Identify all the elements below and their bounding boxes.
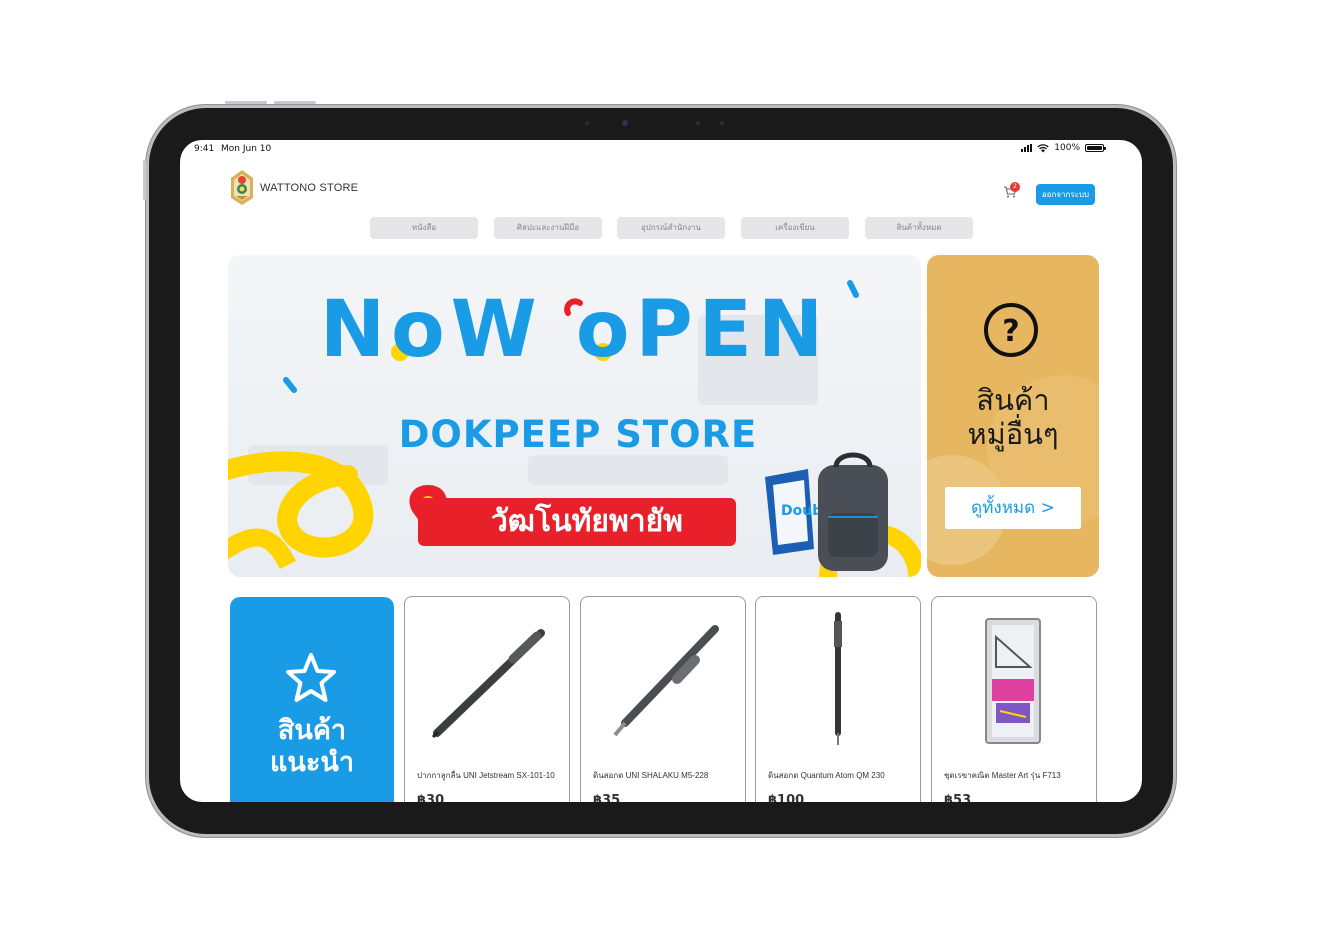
question-circle-icon: ?: [984, 303, 1038, 357]
product-image-pen: [431, 629, 545, 739]
status-time: 9:41: [194, 144, 215, 154]
svg-text:?: ?: [1002, 314, 1019, 349]
nav-item-office-supplies[interactable]: อุปกรณ์สำนักงาน: [617, 217, 725, 239]
star-icon: [286, 653, 336, 702]
product-image-pencil: [613, 625, 719, 737]
recommended-line1: สินค้า: [277, 715, 347, 746]
promo-banner[interactable]: Double A NoW oPEN DOKPEEP STORE วัฒโนทัย…: [228, 255, 921, 577]
banner-subtitle: DOKPEEP STORE: [398, 413, 758, 456]
category-nav: หนังสือ ศิลปะและงานฝีมือ อุปกรณ์สำนักงาน…: [180, 217, 1142, 239]
recommended-label: สินค้า แนะนำ: [230, 715, 394, 779]
product-image-mechanical-pencil: [834, 612, 842, 745]
product-card[interactable]: ดินสอกด Quantum Atom QM 230 ฿100: [755, 596, 921, 802]
battery-percent: 100%: [1054, 143, 1080, 153]
product-price: ฿35: [593, 793, 621, 802]
product-name: ปากกาลูกลื่น UNI Jetstream SX-101-10: [417, 771, 555, 780]
logout-button[interactable]: ออกจากระบบ: [1036, 184, 1095, 205]
signal-icon: [1021, 144, 1033, 152]
banner-location: วัฒโนทัยพายัพ: [418, 498, 736, 546]
product-image-geometry-set: [985, 618, 1041, 744]
see-all-button[interactable]: ดูทั้งหมด >: [945, 487, 1081, 529]
other-categories-card[interactable]: ? สินค้า หมู่อื่นๆ ดูทั้งหมด >: [927, 255, 1099, 577]
banner-title: NoW oPEN: [319, 285, 830, 375]
product-price: ฿100: [768, 793, 805, 802]
product-name: ชุดเรขาคณิต Master Art รุ่น F713: [944, 771, 1061, 780]
recommended-line2: แนะนำ: [270, 747, 354, 778]
other-categories-line1: สินค้า: [976, 383, 1050, 417]
brand-name[interactable]: WATTONO STORE: [260, 182, 358, 194]
battery-icon: [1085, 144, 1106, 152]
other-categories-line2: หมู่อื่นๆ: [967, 417, 1059, 451]
product-price: ฿30: [417, 793, 445, 802]
status-bar: 9:41 Mon Jun 10 100%: [180, 140, 1142, 158]
product-name: ดินสอกด UNI SHALAKU M5-228: [593, 771, 709, 780]
sensor: [585, 121, 589, 125]
recommended-card[interactable]: สินค้า แนะนำ: [230, 597, 394, 802]
product-price: ฿53: [944, 793, 972, 802]
device-button: [274, 101, 316, 104]
device-button: [143, 160, 146, 200]
sensor: [696, 121, 700, 125]
other-categories-label: สินค้า หมู่อื่นๆ: [927, 383, 1099, 451]
cart-count-badge: 2: [1010, 182, 1020, 192]
logo-emblem: [231, 170, 253, 205]
screen: 9:41 Mon Jun 10 100% WATTONO STORE 2 ออก…: [180, 140, 1142, 802]
wifi-icon: [1037, 143, 1049, 152]
product-name: ดินสอกด Quantum Atom QM 230: [768, 771, 885, 780]
device-button: [225, 101, 267, 104]
nav-item-all-products[interactable]: สินค้าทั้งหมด: [865, 217, 973, 239]
product-card[interactable]: ดินสอกด UNI SHALAKU M5-228 ฿35: [580, 596, 746, 802]
product-card[interactable]: ชุดเรขาคณิต Master Art รุ่น F713 ฿53: [931, 596, 1097, 802]
sensor: [720, 121, 724, 125]
backpack-icon: [818, 452, 888, 571]
status-date: Mon Jun 10: [221, 144, 272, 154]
nav-item-arts-crafts[interactable]: ศิลปะและงานฝีมือ: [494, 217, 602, 239]
product-card[interactable]: ปากกาลูกลื่น UNI Jetstream SX-101-10 ฿30: [404, 596, 570, 802]
front-camera: [622, 120, 628, 126]
nav-item-stationery[interactable]: เครื่องเขียน: [741, 217, 849, 239]
nav-item-books[interactable]: หนังสือ: [370, 217, 478, 239]
